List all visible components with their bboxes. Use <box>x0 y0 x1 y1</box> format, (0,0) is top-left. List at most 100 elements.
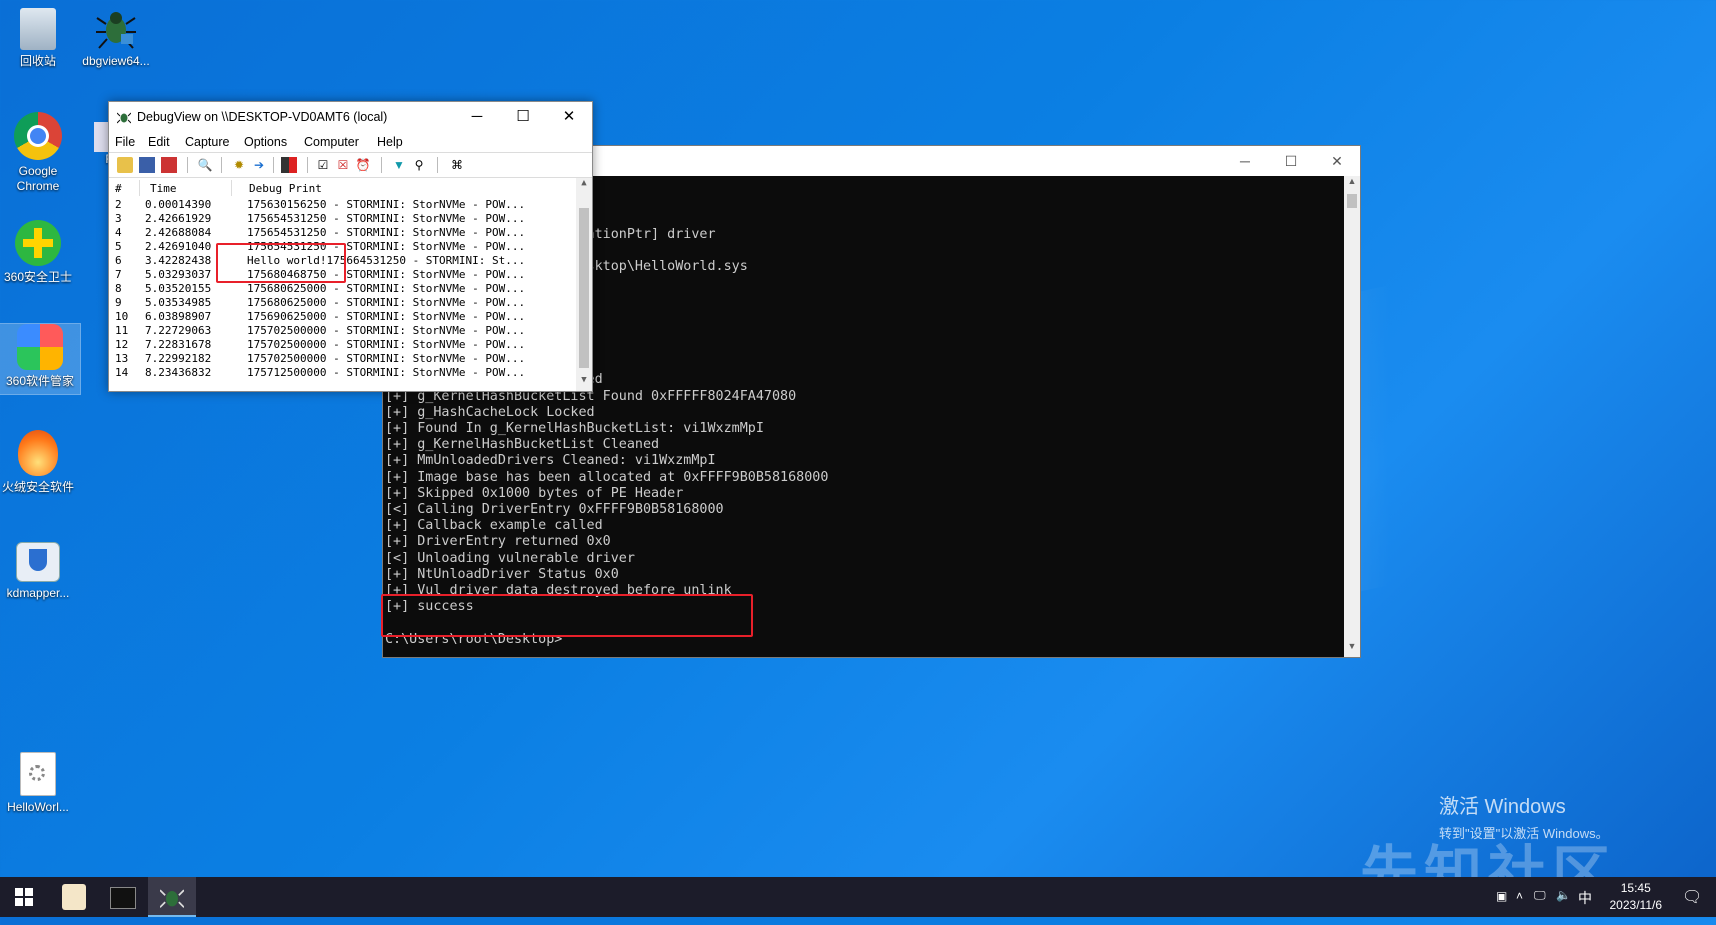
row-debug-print: 175654531250 - STORMINI: StorNVMe - POW.… <box>247 226 526 239</box>
volume-icon[interactable]: 🔈 <box>1556 888 1571 902</box>
row-debug-print: 175680625000 - STORMINI: StorNVMe - POW.… <box>247 296 526 309</box>
open-icon[interactable] <box>117 157 133 173</box>
start-button[interactable] <box>0 877 48 917</box>
table-row[interactable]: 8 5.03520155 175680625000 - STORMINI: Stor… <box>109 282 575 296</box>
bug-icon <box>117 112 131 124</box>
desktop-icon-label: 360软件管家 <box>5 374 75 388</box>
menu-file[interactable]: File <box>115 135 135 149</box>
flame-icon <box>18 430 58 476</box>
taskbar-app-debugview[interactable] <box>148 877 196 917</box>
clear-save-icon[interactable] <box>161 157 177 173</box>
column-header-time[interactable]: Time <box>150 182 177 195</box>
row-number: 7 <box>115 268 122 281</box>
console-line: [<] Calling DriverEntry 0xFFFF9B0B581680… <box>385 502 724 517</box>
table-row[interactable]: 3 2.42661929 175654531250 - STORMINI: Stor… <box>109 212 575 226</box>
row-time: 5.03520155 <box>145 282 212 295</box>
capture-icon[interactable]: ✹ <box>231 157 247 173</box>
tray-app-icon[interactable]: ▣ <box>1496 889 1507 903</box>
console-line: [+] DriverEntry returned 0x0 <box>385 534 611 550</box>
row-time: 0.00014390 <box>145 198 212 211</box>
table-row[interactable]: 2 0.00014390 175630156250 - STORMINI: Stor… <box>109 198 575 212</box>
windows-logo-icon <box>15 888 33 906</box>
table-row[interactable]: 9 5.03534985 175680625000 - STORMINI: Stor… <box>109 296 575 310</box>
360-software-icon <box>17 324 63 370</box>
table-row[interactable]: 13 7.22992182 175702500000 - STORMINI: Sto… <box>109 352 575 366</box>
desktop-icon-dbgview[interactable]: dbgview64... <box>76 8 156 69</box>
list-scrollbar[interactable]: ▲ ▼ <box>576 178 592 391</box>
column-divider[interactable] <box>231 180 232 196</box>
close-button[interactable]: ✕ <box>546 102 592 132</box>
scroll-down-arrow-icon[interactable]: ▼ <box>576 375 592 391</box>
desktop-icon-360-safe[interactable]: 360安全卫士 <box>0 220 78 285</box>
column-divider[interactable] <box>139 180 140 196</box>
column-header-debug-print[interactable]: Debug Print <box>249 182 322 195</box>
desktop-icon-helloworld[interactable]: HelloWorl... <box>0 752 78 815</box>
notification-button[interactable]: 🗨 <box>1672 877 1712 917</box>
console-scrollbar[interactable]: ▲ ▼ <box>1344 176 1360 657</box>
row-number: 12 <box>115 338 129 351</box>
minimize-button[interactable]: ─ <box>1222 146 1268 176</box>
desktop-icon-partial[interactable]: R <box>64 122 114 167</box>
autoscroll-icon[interactable]: ➔ <box>251 157 267 173</box>
minimize-button[interactable]: ─ <box>454 102 500 132</box>
scroll-thumb[interactable] <box>1347 194 1357 208</box>
find-icon[interactable]: 🔍 <box>197 157 213 173</box>
clock-icon[interactable]: ⏰ <box>355 157 371 173</box>
menu-edit[interactable]: Edit <box>148 135 170 149</box>
filter-icon[interactable]: ☑ <box>315 157 331 173</box>
desktop-icon-huorong[interactable]: 火绒安全软件 <box>0 430 78 495</box>
binoculars-icon[interactable]: ⌘ <box>449 157 465 173</box>
clock-time: 15:45 <box>1620 881 1651 895</box>
log-list[interactable]: # Time Debug Print 2 0.00014390 1756301562… <box>109 178 592 391</box>
recycle-bin-icon <box>20 8 56 50</box>
console-line: [+] g_KernelHashBucketList Cleaned <box>385 437 660 453</box>
menu-computer[interactable]: Computer <box>304 135 359 149</box>
maximize-button[interactable]: ☐ <box>1268 146 1314 176</box>
menu-bar: File Edit Capture Options Computer Help <box>109 132 592 152</box>
shield-app-icon <box>16 542 60 582</box>
scroll-thumb[interactable] <box>579 208 589 368</box>
row-number: 14 <box>115 366 129 379</box>
desktop-icon-label: 回收站 <box>19 54 56 68</box>
desktop-icon-label: 火绒安全软件 <box>1 480 74 494</box>
console-line: [+] Image base has been allocated at 0xF… <box>385 469 829 485</box>
menu-options[interactable]: Options <box>244 135 287 149</box>
desktop-icon-label: HelloWorl... <box>7 800 69 814</box>
scroll-up-arrow-icon[interactable]: ▲ <box>1344 176 1360 192</box>
highlight-box-success <box>381 594 753 637</box>
history-icon[interactable]: ⚲ <box>411 157 427 173</box>
taskbar-app-huorong[interactable] <box>50 877 98 917</box>
clock[interactable]: 15:45 2023/11/6 <box>1610 880 1663 914</box>
highlight-icon[interactable]: ☒ <box>335 157 351 173</box>
scroll-up-arrow-icon[interactable]: ▲ <box>576 178 592 194</box>
menu-help[interactable]: Help <box>377 135 403 149</box>
network-icon[interactable]: 🖵 <box>1534 888 1546 903</box>
gear-file-icon <box>20 752 56 796</box>
table-row[interactable]: 14 8.23436832 175712500000 - STORMINI: Sto… <box>109 366 575 380</box>
table-row[interactable]: 4 2.42688084 175654531250 - STORMINI: Stor… <box>109 226 575 240</box>
table-row[interactable]: 12 7.22831678 175702500000 - STORMINI: Sto… <box>109 338 575 352</box>
chevron-up-icon[interactable]: ˄ <box>1516 889 1523 903</box>
desktop-icon-360-software[interactable]: 360软件管家 <box>0 323 81 395</box>
maximize-button[interactable]: ☐ <box>500 102 546 132</box>
debugview-titlebar[interactable]: DebugView on \\DESKTOP-VD0AMT6 (local) ─… <box>109 102 592 132</box>
desktop-icon-label: kdmapper... <box>6 586 70 600</box>
desktop-icon-recycle-bin[interactable]: 回收站 <box>0 8 78 69</box>
table-row[interactable]: 10 6.03898907 175690625000 - STORMINI: Sto… <box>109 310 575 324</box>
close-button[interactable]: ✕ <box>1314 146 1360 176</box>
row-number: 2 <box>115 198 122 211</box>
desktop-icon-kdmapper[interactable]: kdmapper... <box>0 542 78 601</box>
table-row[interactable]: 11 7.22729063 175702500000 - STORMINI: Sto… <box>109 324 575 338</box>
clear-icon[interactable] <box>281 157 297 173</box>
ime-indicator[interactable]: 中 <box>1578 888 1592 908</box>
column-header-number[interactable]: # <box>115 182 122 195</box>
notification-icon: 🗨 <box>1682 889 1703 906</box>
taskbar-app-console[interactable] <box>99 877 147 917</box>
save-icon[interactable] <box>139 157 155 173</box>
debugview-window[interactable]: DebugView on \\DESKTOP-VD0AMT6 (local) ─… <box>108 101 593 392</box>
menu-capture[interactable]: Capture <box>185 135 229 149</box>
filter-funnel-icon[interactable]: ▼ <box>391 157 407 173</box>
bug-icon <box>95 8 137 50</box>
scroll-down-arrow-icon[interactable]: ▼ <box>1344 641 1360 657</box>
chrome-icon <box>14 112 62 160</box>
